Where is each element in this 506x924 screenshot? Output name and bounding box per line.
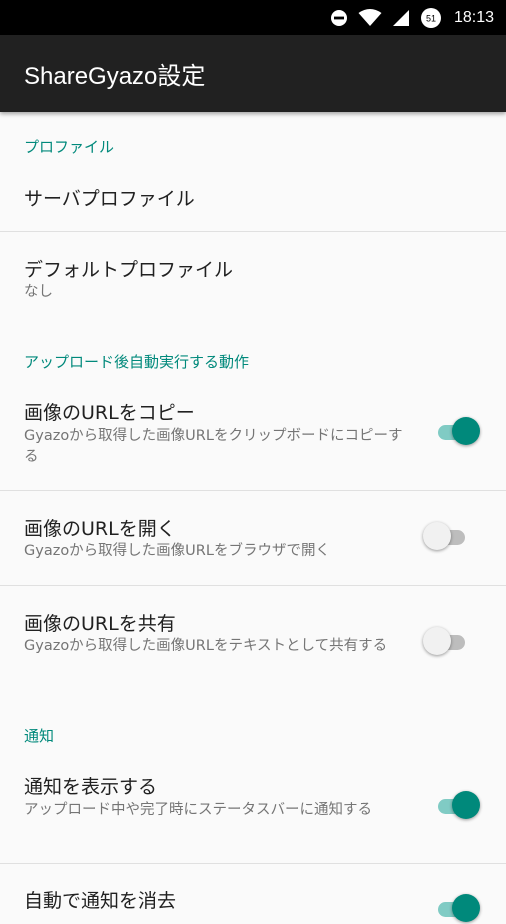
setting-title: デフォルトプロファイル bbox=[24, 259, 234, 281]
setting-title: 画像のURLを共有 bbox=[24, 613, 176, 635]
toggle-thumb bbox=[452, 791, 480, 819]
share-url-toggle[interactable] bbox=[423, 627, 469, 657]
setting-share-url[interactable]: 画像のURLを共有 Gyazoから取得した画像URLをテキストとして共有する bbox=[0, 586, 506, 702]
setting-auto-dismiss[interactable]: 自動で通知を消去 bbox=[0, 864, 506, 924]
clock: 18:13 bbox=[453, 8, 494, 26]
page-title: ShareGyazo設定 bbox=[24, 63, 206, 90]
setting-copy-url[interactable]: 画像のURLをコピー Gyazoから取得した画像URLをクリップボードにコピーす… bbox=[0, 376, 506, 490]
section-header-notification: 通知 bbox=[24, 727, 55, 745]
setting-show-notification[interactable]: 通知を表示する アップロード中や完了時にステータスバーに通知する bbox=[0, 750, 506, 862]
setting-summary: Gyazoから取得した画像URLをクリップボードにコピーする bbox=[24, 428, 403, 465]
toggle-thumb bbox=[452, 894, 480, 922]
status-bar: 51 18:13 bbox=[0, 0, 506, 35]
setting-summary: Gyazoから取得した画像URLをテキストとして共有する bbox=[24, 638, 388, 654]
battery-level: 51 bbox=[426, 13, 436, 23]
show-notification-toggle[interactable] bbox=[434, 791, 480, 821]
toggle-thumb bbox=[423, 627, 451, 655]
setting-title: サーバプロファイル bbox=[24, 188, 195, 210]
toggle-thumb bbox=[423, 522, 451, 550]
setting-summary: アップロード中や完了時にステータスバーに通知する bbox=[24, 802, 372, 818]
app-bar: ShareGyazo設定 bbox=[0, 35, 506, 112]
setting-summary: Gyazoから取得した画像URLをブラウザで開く bbox=[24, 543, 330, 559]
section-header-profile: プロファイル bbox=[24, 138, 115, 156]
setting-summary: なし bbox=[24, 284, 53, 300]
toggle-thumb bbox=[452, 417, 480, 445]
open-url-toggle[interactable] bbox=[423, 522, 469, 552]
signal-icon bbox=[392, 9, 410, 27]
copy-url-toggle[interactable] bbox=[434, 417, 480, 447]
setting-default-profile[interactable]: デフォルトプロファイル なし bbox=[0, 232, 506, 322]
setting-title: 通知を表示する bbox=[24, 776, 158, 798]
battery-icon: 51 bbox=[420, 7, 442, 29]
setting-server-profile[interactable]: サーバプロファイル bbox=[0, 160, 506, 232]
setting-open-url[interactable]: 画像のURLを開く Gyazoから取得した画像URLをブラウザで開く bbox=[0, 491, 506, 585]
wifi-icon bbox=[358, 8, 382, 27]
do-not-disturb-icon bbox=[330, 9, 348, 27]
section-header-after-upload: アップロード後自動実行する動作 bbox=[24, 353, 250, 371]
auto-dismiss-toggle[interactable] bbox=[434, 894, 480, 924]
setting-title: 画像のURLを開く bbox=[24, 518, 176, 540]
setting-title: 画像のURLをコピー bbox=[24, 402, 195, 424]
